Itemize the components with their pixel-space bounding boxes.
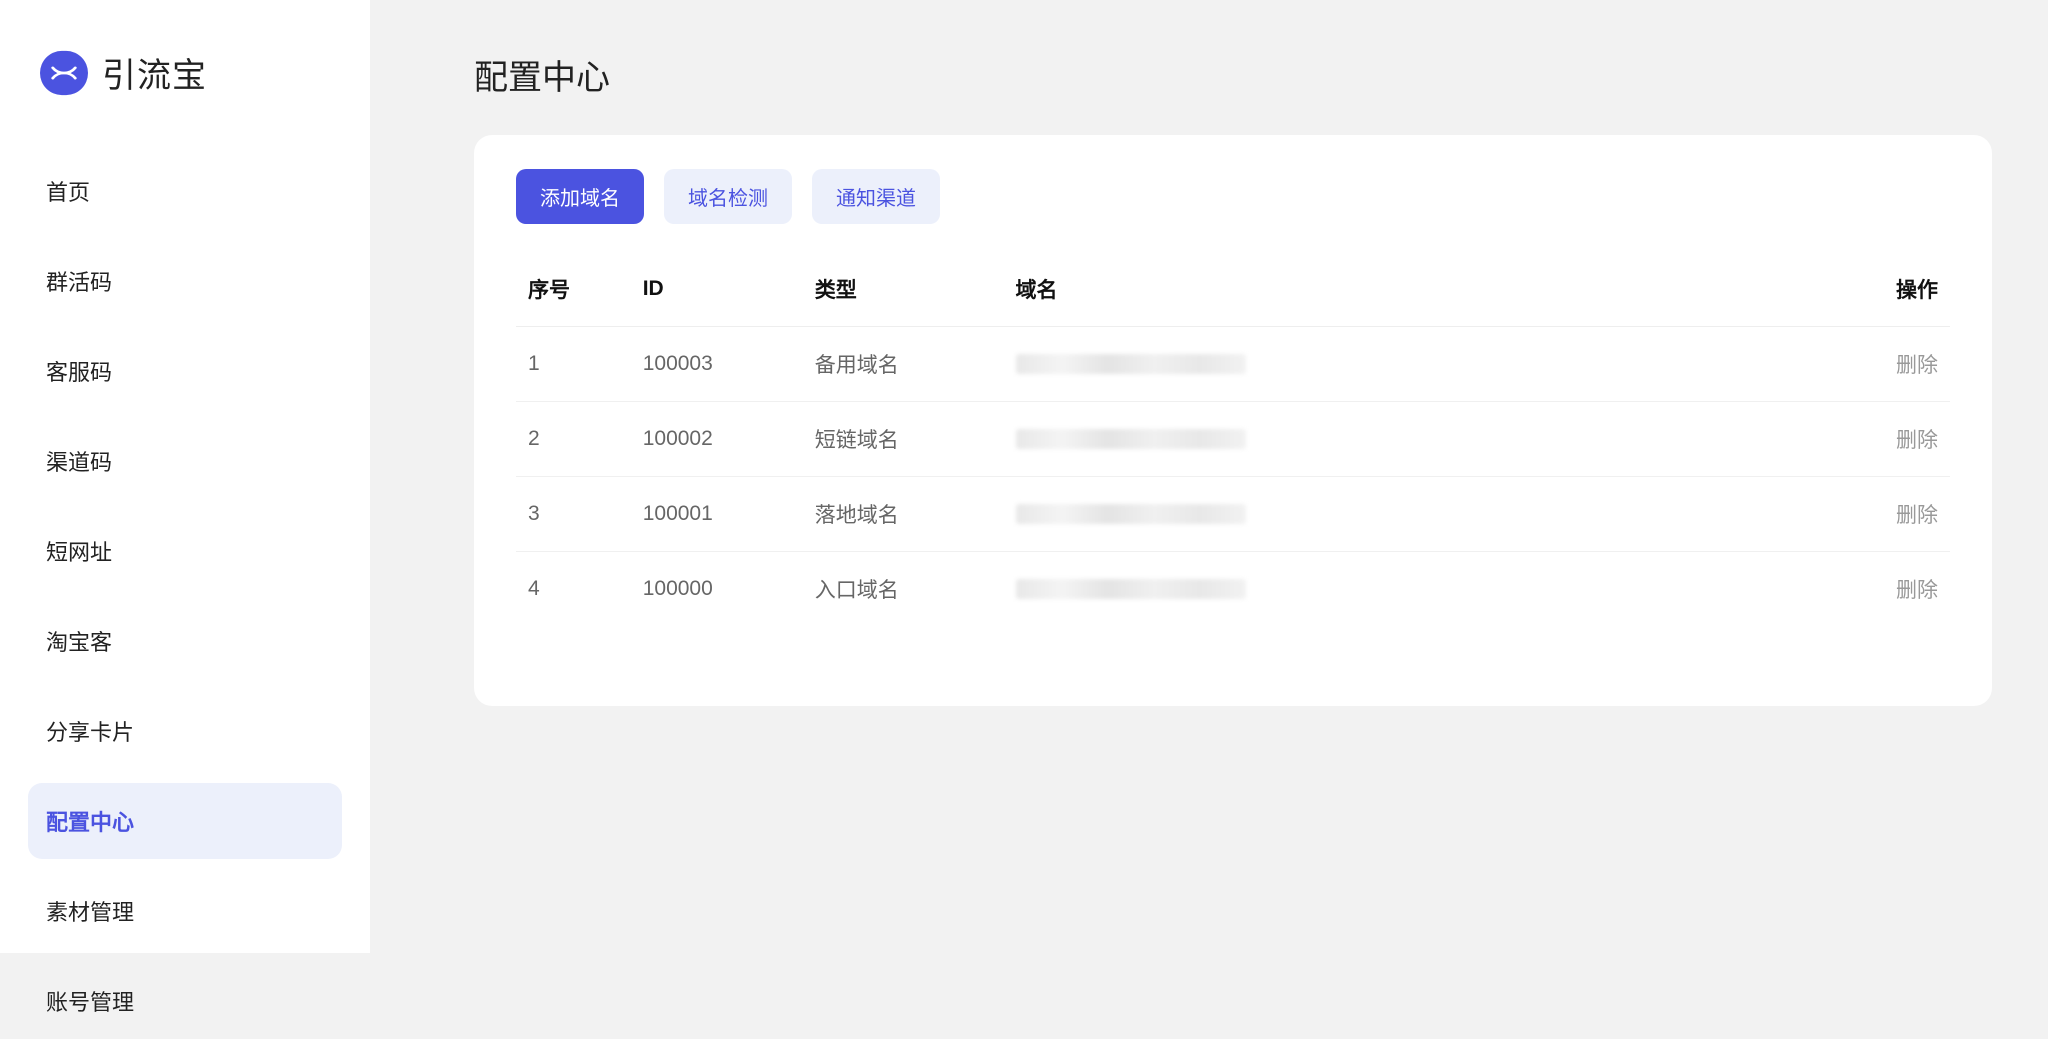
brand-logo-icon [40, 50, 88, 94]
domain-table: 序号 ID 类型 域名 操作 1 100003 备用域名 删除 [516, 252, 1950, 626]
sidebar-item-home[interactable]: 首页 [28, 153, 342, 229]
cell-id: 100003 [631, 327, 803, 402]
redacted-domain [1016, 429, 1246, 449]
config-card: 添加域名 域名检测 通知渠道 序号 ID 类型 域名 操作 1 [474, 135, 1992, 706]
sidebar-item-service-code[interactable]: 客服码 [28, 333, 342, 409]
redacted-domain [1016, 579, 1246, 599]
cell-domain [1004, 477, 1721, 552]
page-title: 配置中心 [474, 50, 1992, 99]
notify-channel-button[interactable]: 通知渠道 [812, 169, 940, 224]
sidebar: 引流宝 首页 群活码 客服码 渠道码 短网址 淘宝客 分享卡片 配置中心 素材管… [0, 0, 370, 953]
sidebar-item-share-card[interactable]: 分享卡片 [28, 693, 342, 769]
main-content: 配置中心 添加域名 域名检测 通知渠道 序号 ID 类型 域名 操作 [370, 0, 2048, 953]
cell-id: 100001 [631, 477, 803, 552]
cell-type: 入口域名 [803, 552, 1004, 627]
redacted-domain [1016, 354, 1246, 374]
cell-domain [1004, 327, 1721, 402]
cell-type: 短链域名 [803, 402, 1004, 477]
delete-link[interactable]: 删除 [1896, 579, 1938, 602]
sidebar-item-short-url[interactable]: 短网址 [28, 513, 342, 589]
table-header-type: 类型 [803, 252, 1004, 327]
cell-seq: 4 [516, 552, 631, 627]
table-row: 3 100001 落地域名 删除 [516, 477, 1950, 552]
cell-seq: 3 [516, 477, 631, 552]
sidebar-item-group-code[interactable]: 群活码 [28, 243, 342, 319]
brand-name: 引流宝 [102, 48, 207, 97]
cell-seq: 2 [516, 402, 631, 477]
cell-seq: 1 [516, 327, 631, 402]
table-header-domain: 域名 [1004, 252, 1721, 327]
redacted-domain [1016, 504, 1246, 524]
table-row: 4 100000 入口域名 删除 [516, 552, 1950, 627]
sidebar-item-taobaoke[interactable]: 淘宝客 [28, 603, 342, 679]
check-domain-button[interactable]: 域名检测 [664, 169, 792, 224]
table-row: 2 100002 短链域名 删除 [516, 402, 1950, 477]
cell-id: 100000 [631, 552, 803, 627]
cell-id: 100002 [631, 402, 803, 477]
cell-domain [1004, 552, 1721, 627]
sidebar-item-account[interactable]: 账号管理 [28, 963, 342, 1039]
cell-type: 备用域名 [803, 327, 1004, 402]
cell-domain [1004, 402, 1721, 477]
table-header-id: ID [631, 252, 803, 327]
delete-link[interactable]: 删除 [1896, 429, 1938, 452]
sidebar-nav: 首页 群活码 客服码 渠道码 短网址 淘宝客 分享卡片 配置中心 素材管理 账号… [28, 153, 342, 1039]
action-row: 添加域名 域名检测 通知渠道 [516, 169, 1950, 224]
delete-link[interactable]: 删除 [1896, 354, 1938, 377]
table-header-action: 操作 [1721, 252, 1950, 327]
brand: 引流宝 [28, 48, 342, 133]
sidebar-item-config-center[interactable]: 配置中心 [28, 783, 342, 859]
sidebar-item-channel-code[interactable]: 渠道码 [28, 423, 342, 499]
sidebar-item-material[interactable]: 素材管理 [28, 873, 342, 949]
table-row: 1 100003 备用域名 删除 [516, 327, 1950, 402]
delete-link[interactable]: 删除 [1896, 504, 1938, 527]
cell-type: 落地域名 [803, 477, 1004, 552]
table-header-seq: 序号 [516, 252, 631, 327]
add-domain-button[interactable]: 添加域名 [516, 169, 644, 224]
